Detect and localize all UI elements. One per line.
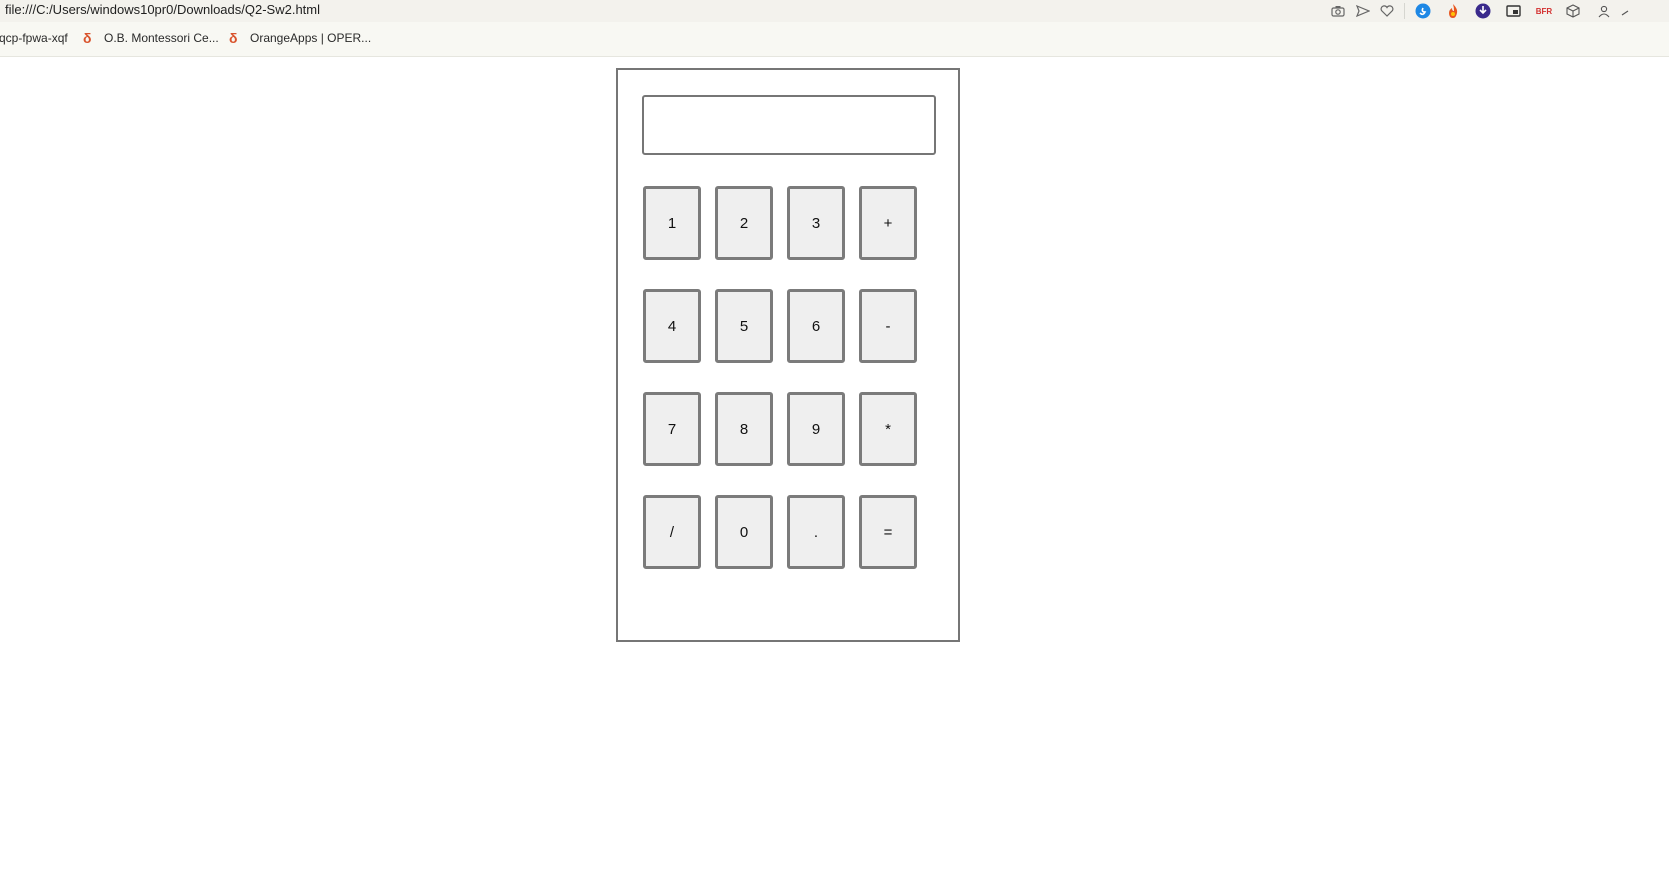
bookmarks-bar: qcp-fpwa-xqf δ O.B. Montessori Ce... δ O…	[0, 22, 1669, 57]
bookmark-label: qcp-fpwa-xqf	[0, 31, 68, 45]
picture-in-picture-icon[interactable]	[1504, 2, 1522, 20]
url-text[interactable]: file:///C:/Users/windows10pr0/Downloads/…	[5, 2, 320, 17]
bookmark-label: OrangeApps | OPER...	[250, 31, 372, 45]
box-icon[interactable]	[1564, 2, 1582, 20]
key-4[interactable]: 4	[643, 289, 701, 363]
camera-icon[interactable]	[1329, 2, 1347, 20]
orange-bookmark-icon: δ	[83, 30, 92, 46]
send-icon[interactable]	[1354, 2, 1372, 20]
bookmark-item[interactable]: qcp-fpwa-xqf	[0, 31, 68, 45]
user-icon[interactable]	[1595, 2, 1613, 20]
fire-icon[interactable]	[1444, 2, 1462, 20]
key-plus[interactable]: +	[859, 186, 917, 260]
key-3[interactable]: 3	[787, 186, 845, 260]
key-7[interactable]: 7	[643, 392, 701, 466]
bookmark-item[interactable]: δ OrangeApps | OPER...	[229, 31, 371, 45]
key-1[interactable]: 1	[643, 186, 701, 260]
key-multiply[interactable]: *	[859, 392, 917, 466]
key-6[interactable]: 6	[787, 289, 845, 363]
key-9[interactable]: 9	[787, 392, 845, 466]
shazam-icon[interactable]	[1414, 2, 1432, 20]
brand-icon[interactable]: BFR	[1532, 2, 1556, 20]
menu-overflow-icon[interactable]	[1621, 2, 1629, 20]
heart-icon[interactable]	[1378, 2, 1396, 20]
bookmark-label: O.B. Montessori Ce...	[104, 31, 219, 45]
key-8[interactable]: 8	[715, 392, 773, 466]
key-0[interactable]: 0	[715, 495, 773, 569]
key-equals[interactable]: =	[859, 495, 917, 569]
calculator-display[interactable]	[642, 95, 936, 155]
calculator: 1 2 3 + 4 5 6 - 7 8 9 * / 0 . =	[616, 68, 960, 642]
bookmark-item[interactable]: δ O.B. Montessori Ce...	[83, 31, 219, 45]
key-5[interactable]: 5	[715, 289, 773, 363]
key-2[interactable]: 2	[715, 186, 773, 260]
key-decimal[interactable]: .	[787, 495, 845, 569]
browser-toolbar: BFR	[1329, 0, 1669, 22]
key-divide[interactable]: /	[643, 495, 701, 569]
download-icon[interactable]	[1474, 2, 1492, 20]
key-minus[interactable]: -	[859, 289, 917, 363]
address-bar[interactable]: file:///C:/Users/windows10pr0/Downloads/…	[0, 0, 1669, 22]
orange-bookmark-icon: δ	[229, 30, 238, 46]
